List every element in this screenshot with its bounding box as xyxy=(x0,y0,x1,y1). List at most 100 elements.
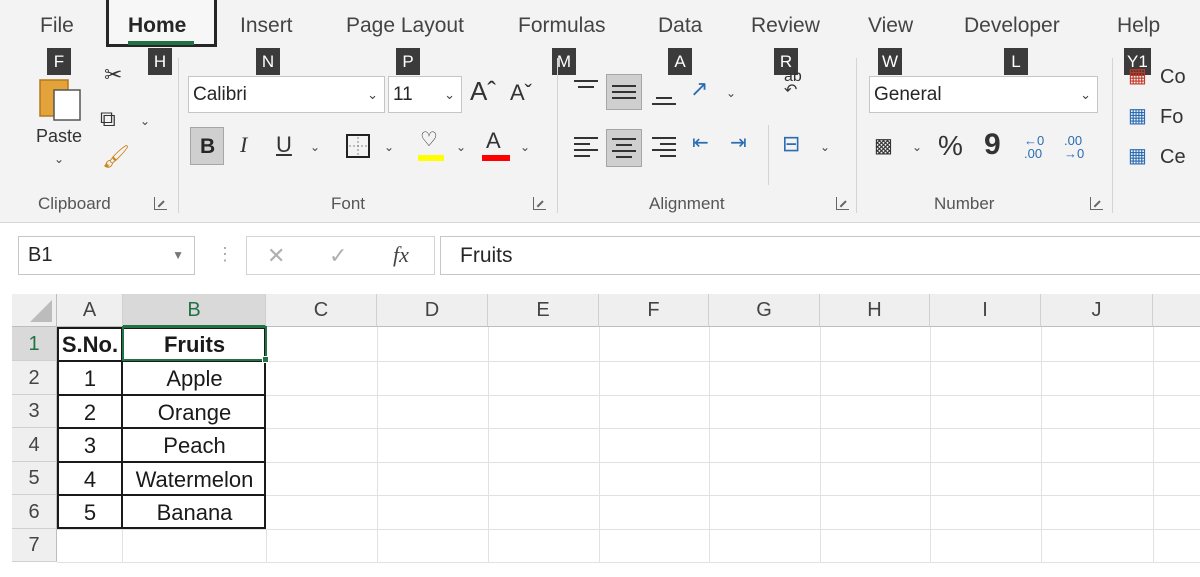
cell-a2[interactable]: 1 xyxy=(57,366,123,392)
italic-button[interactable]: I xyxy=(240,134,247,156)
cell-b3[interactable]: Orange xyxy=(123,400,266,426)
name-box[interactable]: B1 ▼ xyxy=(18,236,195,275)
select-all-corner[interactable] xyxy=(12,294,57,327)
number-launcher-icon[interactable] xyxy=(1090,197,1103,210)
row-header-7[interactable]: 7 xyxy=(12,529,57,562)
alignment-launcher-icon[interactable] xyxy=(836,197,849,210)
row-header-5[interactable]: 5 xyxy=(12,462,57,495)
font-name-combo[interactable]: Calibri ⌄ xyxy=(188,76,385,113)
cell-a3[interactable]: 2 xyxy=(57,400,123,426)
format-painter-icon[interactable]: 🖌 xyxy=(102,146,130,168)
column-header-d[interactable]: D xyxy=(377,294,488,327)
format-as-table-label[interactable]: Fo xyxy=(1160,106,1183,129)
align-middle-button[interactable] xyxy=(606,74,642,110)
column-header-g[interactable]: G xyxy=(709,294,820,327)
row-header-4[interactable]: 4 xyxy=(12,428,57,462)
column-header-h[interactable]: H xyxy=(820,294,930,327)
font-size-combo[interactable]: 11 ⌄ xyxy=(388,76,462,113)
tab-review[interactable]: Review xyxy=(751,14,820,38)
column-header-c[interactable]: C xyxy=(266,294,377,327)
chevron-down-icon[interactable]: ⌄ xyxy=(520,140,530,154)
chevron-down-icon[interactable]: ⌄ xyxy=(726,86,736,100)
column-header-b[interactable]: B xyxy=(123,294,266,327)
cell-b2[interactable]: Apple xyxy=(123,366,266,392)
percent-style-button[interactable]: % xyxy=(938,132,963,160)
wrap-text-icon[interactable]: ab ↶ xyxy=(784,69,802,99)
tab-data[interactable]: Data xyxy=(658,14,702,38)
fill-color-icon[interactable]: ♡ xyxy=(420,130,438,150)
chevron-down-icon[interactable]: ⌄ xyxy=(456,140,466,154)
underline-button[interactable]: U xyxy=(276,134,292,156)
cell-a5[interactable]: 4 xyxy=(57,467,123,493)
align-middle-icon xyxy=(612,85,636,99)
tab-insert[interactable]: Insert xyxy=(240,14,293,38)
orientation-icon[interactable]: ↗ xyxy=(690,78,708,100)
enter-icon[interactable]: ✓ xyxy=(329,243,347,269)
align-right-icon[interactable] xyxy=(650,135,678,159)
chevron-down-icon[interactable]: ⌄ xyxy=(912,140,922,154)
group-divider xyxy=(768,125,769,185)
decrease-font-icon[interactable]: Aˇ xyxy=(510,82,532,104)
decrease-decimal-icon[interactable]: .00 →0 xyxy=(1064,134,1084,160)
cell-b4[interactable]: Peach xyxy=(123,433,266,459)
borders-icon[interactable] xyxy=(344,132,372,160)
column-header-a[interactable]: A xyxy=(57,294,123,327)
align-left-icon[interactable] xyxy=(572,135,600,159)
conditional-formatting-label[interactable]: Co xyxy=(1160,66,1186,89)
cell-styles-icon[interactable]: ▦ xyxy=(1128,146,1147,166)
column-header-e[interactable]: E xyxy=(488,294,599,327)
cell-b6[interactable]: Banana xyxy=(123,500,266,526)
active-cell-outline xyxy=(122,326,267,361)
column-header-f[interactable]: F xyxy=(599,294,709,327)
fill-handle[interactable] xyxy=(262,356,269,363)
increase-decimal-icon[interactable]: ←0.00 xyxy=(1024,134,1044,160)
number-format-combo[interactable]: General ⌄ xyxy=(869,76,1098,113)
comma-style-button[interactable]: 9 xyxy=(984,130,1001,160)
increase-indent-icon[interactable]: ⇥ xyxy=(730,133,747,153)
cut-icon[interactable]: ✂ xyxy=(104,64,122,86)
copy-icon[interactable]: ⧉ xyxy=(100,108,116,130)
conditional-formatting-icon[interactable]: ▦ xyxy=(1128,66,1147,86)
row-header-1[interactable]: 1 xyxy=(12,327,57,361)
format-as-table-icon[interactable]: ▦ xyxy=(1128,106,1147,126)
formula-input[interactable]: Fruits xyxy=(440,236,1200,275)
chevron-down-icon[interactable]: ⌄ xyxy=(310,140,320,154)
tab-help[interactable]: Help xyxy=(1117,14,1160,38)
cell-b5[interactable]: Watermelon xyxy=(123,467,266,493)
column-header-k[interactable] xyxy=(1153,294,1200,327)
cell-a6[interactable]: 5 xyxy=(57,500,123,526)
tab-formulas[interactable]: Formulas xyxy=(518,14,606,38)
row-header-6[interactable]: 6 xyxy=(12,495,57,529)
merge-center-icon[interactable]: ⊟ xyxy=(782,133,800,155)
font-color-icon[interactable]: A xyxy=(486,130,501,152)
formula-bar-grip-icon[interactable]: ⋮ xyxy=(216,244,234,265)
tab-home[interactable]: Home xyxy=(128,14,186,38)
tab-view[interactable]: View xyxy=(868,14,913,38)
column-header-i[interactable]: I xyxy=(930,294,1041,327)
chevron-down-icon[interactable]: ⌄ xyxy=(140,114,150,128)
increase-font-icon[interactable]: Aˆ xyxy=(470,78,496,104)
paste-button[interactable]: Paste ⌄ xyxy=(30,68,90,180)
align-bottom-icon[interactable] xyxy=(650,84,678,108)
chevron-down-icon[interactable]: ⌄ xyxy=(820,140,830,154)
chevron-down-icon[interactable]: ⌄ xyxy=(384,140,394,154)
align-center-button[interactable] xyxy=(606,129,642,167)
cell-a4[interactable]: 3 xyxy=(57,433,123,459)
insert-function-icon[interactable]: fx xyxy=(393,242,409,268)
clipboard-launcher-icon[interactable] xyxy=(154,197,167,210)
row-header-3[interactable]: 3 xyxy=(12,395,57,428)
cell-styles-label[interactable]: Ce xyxy=(1160,146,1186,169)
column-header-j[interactable]: J xyxy=(1041,294,1153,327)
align-top-icon[interactable] xyxy=(572,78,600,102)
keytip-data: A xyxy=(668,48,692,75)
accounting-format-icon[interactable]: ▩ xyxy=(874,136,893,156)
cancel-icon[interactable]: ✕ xyxy=(267,243,285,269)
tab-developer[interactable]: Developer xyxy=(964,14,1060,38)
tab-file[interactable]: File xyxy=(40,14,74,38)
decrease-indent-icon[interactable]: ⇤ xyxy=(692,133,709,153)
font-launcher-icon[interactable] xyxy=(533,197,546,210)
tab-page-layout[interactable]: Page Layout xyxy=(346,14,464,38)
bold-button[interactable]: B xyxy=(190,127,224,165)
row-header-2[interactable]: 2 xyxy=(12,361,57,395)
cell-a1[interactable]: S.No. xyxy=(57,332,123,358)
